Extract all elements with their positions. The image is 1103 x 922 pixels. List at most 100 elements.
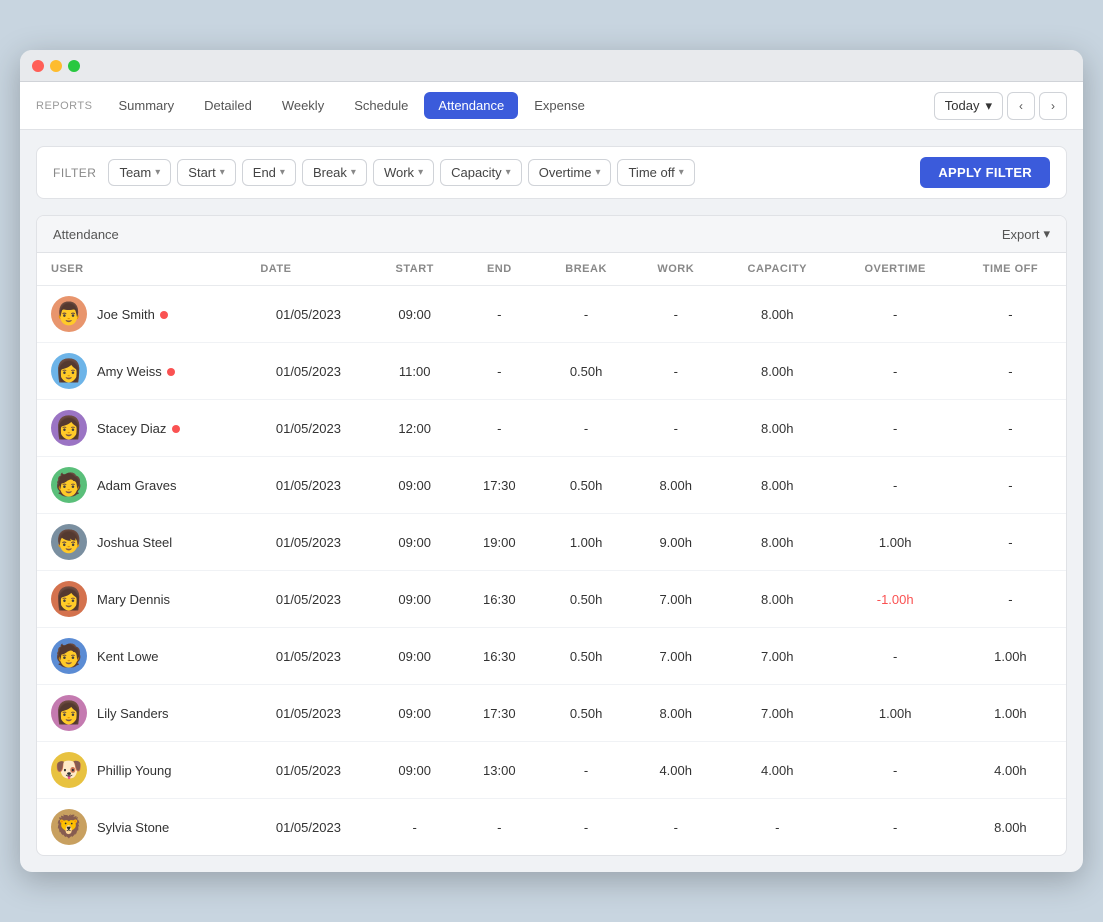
overtime-cell: - — [836, 628, 955, 685]
end-cell: - — [459, 343, 540, 400]
date-cell: 01/05/2023 — [246, 343, 370, 400]
filter-work[interactable]: Work▾ — [373, 159, 434, 186]
filter-break[interactable]: Break▾ — [302, 159, 367, 186]
today-select[interactable]: Today ▾ — [934, 92, 1003, 120]
filter-end[interactable]: End▾ — [242, 159, 296, 186]
capacity-cell: 8.00h — [719, 286, 836, 343]
tab-schedule[interactable]: Schedule — [340, 92, 422, 119]
user-cell: 👦 Joshua Steel — [37, 514, 246, 571]
col-date: DATE — [246, 253, 370, 286]
start-cell: 09:00 — [370, 457, 458, 514]
end-cell: 17:30 — [459, 457, 540, 514]
overtime-cell: - — [836, 400, 955, 457]
traffic-lights — [32, 60, 80, 72]
timeoff-cell: - — [955, 286, 1066, 343]
work-cell: 7.00h — [633, 571, 719, 628]
capacity-cell: 7.00h — [719, 685, 836, 742]
table-row: 👩 Lily Sanders 01/05/202309:0017:300.50h… — [37, 685, 1066, 742]
start-cell: 09:00 — [370, 286, 458, 343]
start-cell: 09:00 — [370, 685, 458, 742]
break-cell: 1.00h — [540, 514, 633, 571]
timeoff-cell: 8.00h — [955, 799, 1066, 856]
minimize-button[interactable] — [50, 60, 62, 72]
avatar: 👩 — [51, 353, 87, 389]
avatar: 🐶 — [51, 752, 87, 788]
user-cell: 👩 Amy Weiss — [37, 343, 246, 400]
tab-attendance[interactable]: Attendance — [424, 92, 518, 119]
date-cell: 01/05/2023 — [246, 685, 370, 742]
timeoff-cell: 4.00h — [955, 742, 1066, 799]
table-row: 👨 Joe Smith 01/05/202309:00---8.00h-- — [37, 286, 1066, 343]
user-name: Sylvia Stone — [97, 820, 169, 835]
work-cell: - — [633, 400, 719, 457]
work-cell: - — [633, 799, 719, 856]
work-cell: - — [633, 286, 719, 343]
capacity-cell: - — [719, 799, 836, 856]
break-cell: 0.50h — [540, 343, 633, 400]
date-cell: 01/05/2023 — [246, 514, 370, 571]
close-button[interactable] — [32, 60, 44, 72]
user-cell: 🦁 Sylvia Stone — [37, 799, 246, 856]
overtime-cell: - — [836, 742, 955, 799]
apply-filter-button[interactable]: APPLY FILTER — [920, 157, 1050, 188]
maximize-button[interactable] — [68, 60, 80, 72]
user-cell: 🧑 Adam Graves — [37, 457, 246, 514]
timeoff-cell: - — [955, 343, 1066, 400]
date-cell: 01/05/2023 — [246, 457, 370, 514]
tab-expense[interactable]: Expense — [520, 92, 599, 119]
table-row: 👩 Amy Weiss 01/05/202311:00-0.50h-8.00h-… — [37, 343, 1066, 400]
table-row: 👩 Stacey Diaz 01/05/202312:00---8.00h-- — [37, 400, 1066, 457]
filter-overtime[interactable]: Overtime▾ — [528, 159, 612, 186]
user-cell: 👩 Mary Dennis — [37, 571, 246, 628]
filter-buttons: Team▾Start▾End▾Break▾Work▾Capacity▾Overt… — [108, 159, 694, 186]
user-cell: 🐶 Phillip Young — [37, 742, 246, 799]
table-section-title: Attendance — [53, 227, 119, 242]
filter-time-off[interactable]: Time off▾ — [617, 159, 694, 186]
end-cell: 16:30 — [459, 628, 540, 685]
avatar: 👩 — [51, 581, 87, 617]
date-cell: 01/05/2023 — [246, 400, 370, 457]
prev-button[interactable]: ‹ — [1007, 92, 1035, 120]
timeoff-cell: - — [955, 514, 1066, 571]
table-header-bar: Attendance Export ▾ — [37, 216, 1066, 253]
next-button[interactable]: › — [1039, 92, 1067, 120]
col-time-off: TIME OFF — [955, 253, 1066, 286]
avatar: 🧑 — [51, 638, 87, 674]
start-cell: - — [370, 799, 458, 856]
filter-capacity[interactable]: Capacity▾ — [440, 159, 522, 186]
break-cell: 0.50h — [540, 685, 633, 742]
date-cell: 01/05/2023 — [246, 799, 370, 856]
date-cell: 01/05/2023 — [246, 571, 370, 628]
nav-right: Today ▾ ‹ › — [934, 92, 1067, 120]
break-cell: - — [540, 742, 633, 799]
avatar: 🧑 — [51, 467, 87, 503]
break-cell: 0.50h — [540, 571, 633, 628]
timeoff-cell: - — [955, 571, 1066, 628]
filter-start[interactable]: Start▾ — [177, 159, 236, 186]
content: FILTER Team▾Start▾End▾Break▾Work▾Capacit… — [20, 130, 1083, 872]
timeoff-cell: - — [955, 457, 1066, 514]
table-row: 🐶 Phillip Young 01/05/202309:0013:00-4.0… — [37, 742, 1066, 799]
end-cell: - — [459, 799, 540, 856]
export-chevron: ▾ — [1043, 226, 1050, 242]
attendance-table: USERDATESTARTENDBREAKWORKCAPACITYOVERTIM… — [37, 253, 1066, 855]
start-cell: 12:00 — [370, 400, 458, 457]
capacity-cell: 8.00h — [719, 571, 836, 628]
col-capacity: CAPACITY — [719, 253, 836, 286]
user-name: Stacey Diaz — [97, 421, 180, 436]
end-cell: - — [459, 286, 540, 343]
col-overtime: OVERTIME — [836, 253, 955, 286]
overtime-cell: - — [836, 343, 955, 400]
tab-weekly[interactable]: Weekly — [268, 92, 338, 119]
tab-summary[interactable]: Summary — [104, 92, 188, 119]
export-button[interactable]: Export ▾ — [1002, 226, 1050, 242]
capacity-cell: 4.00h — [719, 742, 836, 799]
break-cell: 0.50h — [540, 628, 633, 685]
filter-team[interactable]: Team▾ — [108, 159, 171, 186]
user-cell: 👩 Lily Sanders — [37, 685, 246, 742]
user-name: Adam Graves — [97, 478, 176, 493]
capacity-cell: 8.00h — [719, 400, 836, 457]
table-body: 👨 Joe Smith 01/05/202309:00---8.00h-- 👩 … — [37, 286, 1066, 856]
tab-detailed[interactable]: Detailed — [190, 92, 266, 119]
work-cell: 9.00h — [633, 514, 719, 571]
